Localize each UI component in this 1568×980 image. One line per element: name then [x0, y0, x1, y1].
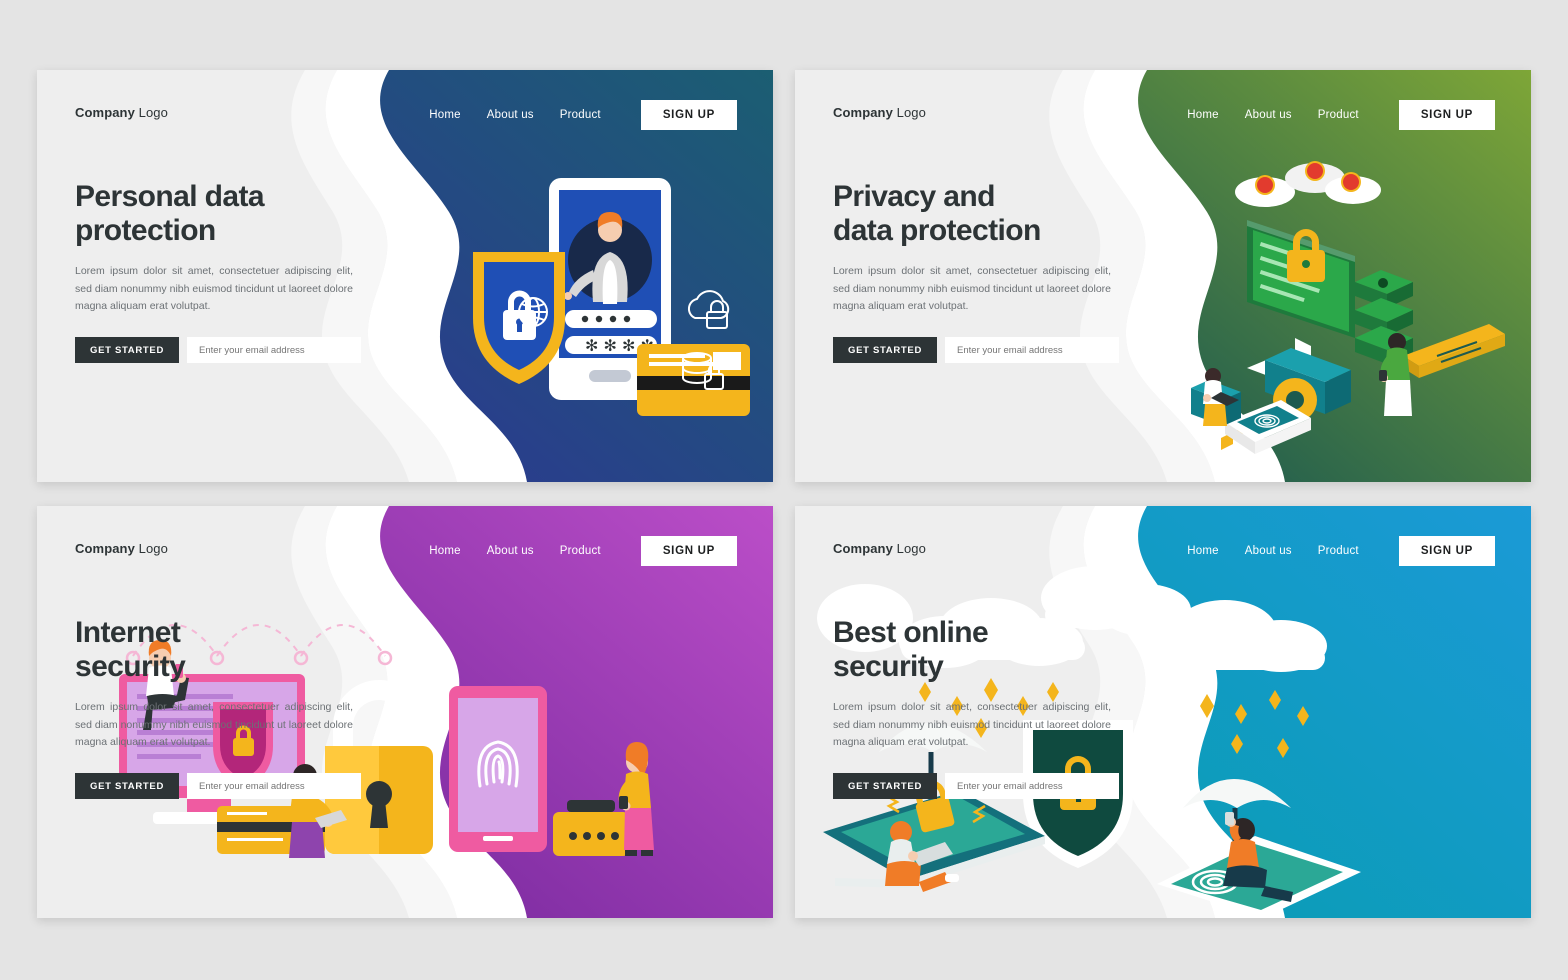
brand-light-text: Logo [892, 541, 926, 556]
brand-light-text: Logo [892, 105, 926, 120]
nav-item-home[interactable]: Home [1187, 545, 1218, 557]
hero-content: Personal data protection Lorem ipsum dol… [75, 180, 365, 364]
nav-item-home[interactable]: Home [429, 109, 460, 121]
hero-description: Lorem ipsum dolor sit amet, consectetuer… [75, 265, 353, 312]
landing-page-panel-privacy-and-data-protection: Company Logo Home About us Product SIGN … [795, 70, 1531, 482]
brand-light-text: Logo [134, 105, 168, 120]
hero-description: Lorem ipsum dolor sit amet, consectetuer… [833, 265, 1111, 312]
sign-up-button[interactable]: SIGN UP [640, 536, 737, 566]
main-navigation: Home About us Product SIGN UP [429, 100, 737, 130]
main-navigation: Home About us Product SIGN UP [429, 536, 737, 566]
email-input[interactable] [187, 773, 362, 800]
company-logo[interactable]: Company Logo [833, 541, 926, 556]
hero-content: Internet security Lorem ipsum dolor sit … [75, 616, 365, 800]
get-started-button[interactable]: GET STARTED [75, 337, 180, 364]
main-navigation: Home About us Product SIGN UP [1187, 100, 1495, 130]
landing-page-panel-best-online-security: Company Logo Home About us Product SIGN … [795, 506, 1531, 918]
nav-item-product[interactable]: Product [1318, 545, 1359, 557]
brand-bold-text: Company [833, 541, 893, 556]
signup-form: GET STARTED [833, 773, 1123, 800]
sign-up-button[interactable]: SIGN UP [1398, 100, 1495, 130]
signup-form: GET STARTED [75, 337, 365, 364]
nav-item-about-us[interactable]: About us [487, 545, 534, 557]
email-input[interactable] [187, 337, 362, 364]
get-started-button[interactable]: GET STARTED [75, 773, 180, 800]
brand-bold-text: Company [75, 105, 135, 120]
company-logo[interactable]: Company Logo [833, 105, 926, 120]
hero-content: Privacy and data protection Lorem ipsum … [833, 180, 1123, 364]
sign-up-button[interactable]: SIGN UP [1398, 536, 1495, 566]
hero-description: Lorem ipsum dolor sit amet, consectetuer… [833, 701, 1111, 748]
hero-description: Lorem ipsum dolor sit amet, consectetuer… [75, 701, 353, 748]
company-logo[interactable]: Company Logo [75, 541, 168, 556]
landing-page-collection: ✻ ✻ ✻ ✻ Company Logo Home About us Produ… [0, 0, 1568, 980]
main-navigation: Home About us Product SIGN UP [1187, 536, 1495, 566]
get-started-button[interactable]: GET STARTED [833, 773, 938, 800]
brand-bold-text: Company [75, 541, 135, 556]
email-input[interactable] [945, 337, 1120, 364]
company-logo[interactable]: Company Logo [75, 105, 168, 120]
sign-up-button[interactable]: SIGN UP [640, 100, 737, 130]
nav-item-about-us[interactable]: About us [1245, 545, 1292, 557]
nav-item-product[interactable]: Product [560, 109, 601, 121]
page-title: Privacy and data protection [833, 180, 1041, 247]
svg-text:✻ ✻ ✻ ✻: ✻ ✻ ✻ ✻ [585, 336, 654, 355]
hero-content: Best online security Lorem ipsum dolor s… [833, 616, 1123, 800]
page-title: Internet security [75, 616, 186, 683]
nav-item-product[interactable]: Product [560, 545, 601, 557]
landing-page-panel-personal-data-protection: ✻ ✻ ✻ ✻ Company Logo Home About us Produ… [37, 70, 773, 482]
page-title: Personal data protection [75, 180, 265, 247]
signup-form: GET STARTED [75, 773, 365, 800]
landing-page-panel-internet-security: Company Logo Home About us Product SIGN … [37, 506, 773, 918]
nav-item-about-us[interactable]: About us [1245, 109, 1292, 121]
page-title: Best online security [833, 616, 989, 683]
brand-light-text: Logo [134, 541, 168, 556]
email-input[interactable] [945, 773, 1120, 800]
get-started-button[interactable]: GET STARTED [833, 337, 938, 364]
signup-form: GET STARTED [833, 337, 1123, 364]
nav-item-about-us[interactable]: About us [487, 109, 534, 121]
nav-item-home[interactable]: Home [429, 545, 460, 557]
nav-item-home[interactable]: Home [1187, 109, 1218, 121]
brand-bold-text: Company [833, 105, 893, 120]
nav-item-product[interactable]: Product [1318, 109, 1359, 121]
